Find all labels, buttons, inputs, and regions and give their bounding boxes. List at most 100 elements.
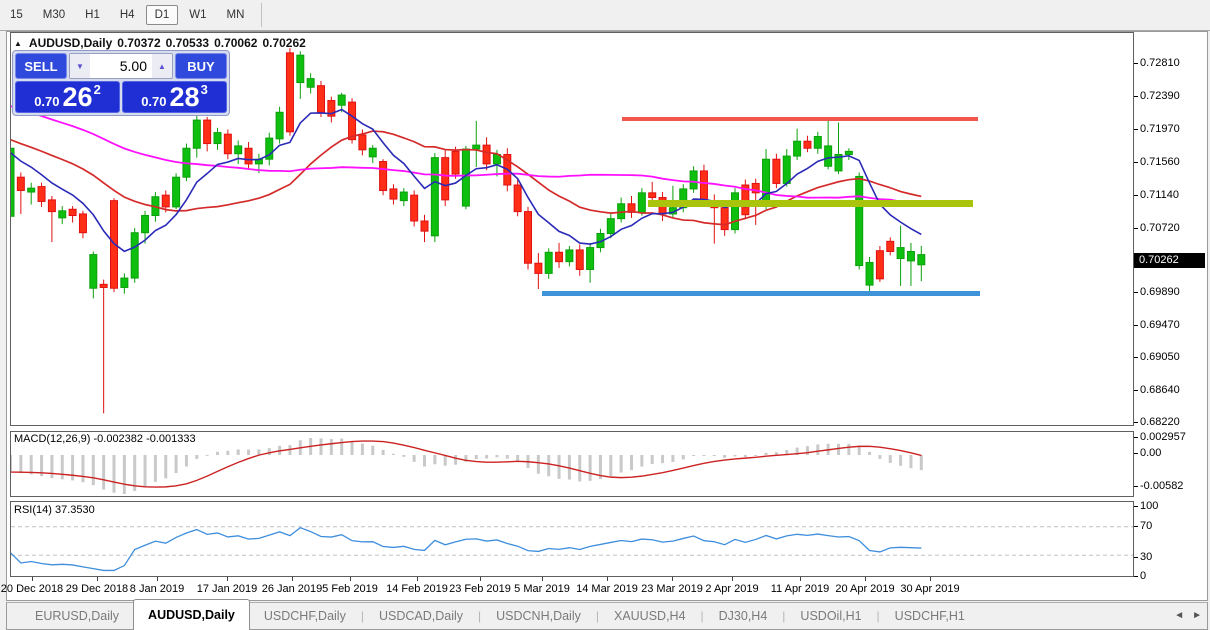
time-axis-tick <box>607 577 608 581</box>
macd-label: MACD(12,26,9) -0.002382 -0.001333 <box>14 433 196 445</box>
price-axis-label: 0.70720 <box>1140 222 1180 234</box>
time-axis-tick <box>542 577 543 581</box>
timeframe-toolbar: 15M30H1H4D1W1MN <box>0 0 1210 31</box>
chart-symbol: AUDUSD,Daily <box>29 36 112 50</box>
buy-price-pip: 3 <box>201 82 208 97</box>
tab-usdchf-h1[interactable]: USDCHF,H1 <box>881 603 979 629</box>
tab-audusd-daily[interactable]: AUDUSD,Daily <box>133 599 250 630</box>
tab-usdcnh-daily[interactable]: USDCNH,Daily <box>482 603 595 629</box>
price-axis-label: 0.72390 <box>1140 90 1180 102</box>
triangle-up-icon: ▲ <box>158 62 166 71</box>
buy-price-big: 28 <box>170 84 200 111</box>
time-axis-tick <box>672 577 673 581</box>
tab-eurusd-daily[interactable]: EURUSD,Daily <box>21 603 133 629</box>
timeframe-w1[interactable]: W1 <box>180 5 215 25</box>
macd-axis-label-tick <box>1134 453 1138 454</box>
time-axis-tick <box>930 577 931 581</box>
time-axis-label: 2 Apr 2019 <box>694 583 770 595</box>
tab-xauusd-h4[interactable]: XAUUSD,H4 <box>600 603 700 629</box>
macd-axis-label: -0.00582 <box>1140 480 1183 492</box>
triangle-down-icon: ▼ <box>76 62 84 71</box>
time-axis-tick <box>417 577 418 581</box>
volume-value[interactable]: 5.00 <box>90 54 152 78</box>
price-axis-label-tick <box>1134 292 1138 293</box>
macd-axis-label-tick <box>1134 486 1138 487</box>
tab-scroll-arrows: ◄ ► <box>1174 610 1202 621</box>
rsi-axis-label-tick <box>1134 557 1138 558</box>
timeframe-mn[interactable]: MN <box>218 5 254 25</box>
timeframe-15[interactable]: 15 <box>1 5 32 25</box>
ohlc-low: 0.70062 <box>214 36 257 50</box>
timeframe-m30[interactable]: M30 <box>34 5 74 25</box>
timeframe-h1[interactable]: H1 <box>76 5 109 25</box>
time-axis-tick <box>227 577 228 581</box>
macd-axis-label: 0.00 <box>1140 447 1161 459</box>
rsi-axis-label: 30 <box>1140 551 1152 563</box>
rsi-panel <box>10 501 1134 577</box>
toolbar-separator <box>261 3 262 27</box>
tab-scroll-left-icon[interactable]: ◄ <box>1174 610 1184 621</box>
price-axis-label-tick <box>1134 63 1138 64</box>
price-axis-label-tick <box>1134 129 1138 130</box>
rsi-canvas[interactable] <box>11 502 1133 576</box>
buy-price-small: 0.70 <box>141 94 166 109</box>
rsi-label: RSI(14) 37.3530 <box>14 504 95 516</box>
price-axis-label-tick <box>1134 96 1138 97</box>
ohlc-close: 0.70262 <box>262 36 305 50</box>
ohlc-open: 0.70372 <box>117 36 160 50</box>
tab-usdcad-daily[interactable]: USDCAD,Daily <box>365 603 477 629</box>
time-axis-label: 30 Apr 2019 <box>892 583 968 595</box>
timeframe-d1[interactable]: D1 <box>146 5 179 25</box>
volume-down-button[interactable]: ▼ <box>70 54 90 78</box>
time-axis-tick <box>350 577 351 581</box>
price-axis-label: 0.72810 <box>1140 57 1180 69</box>
tab-scroll-right-icon[interactable]: ► <box>1192 610 1202 621</box>
sell-button[interactable]: SELL <box>15 53 67 79</box>
macd-axis-label: 0.002957 <box>1140 431 1186 443</box>
price-axis-label-tick <box>1134 325 1138 326</box>
rsi-axis-label: 70 <box>1140 520 1152 532</box>
tab-dj30-h4[interactable]: DJ30,H4 <box>705 603 782 629</box>
price-axis-label: 0.71140 <box>1140 189 1179 201</box>
macd-axis-label-tick <box>1134 437 1138 438</box>
price-axis-label: 0.69050 <box>1140 351 1180 363</box>
timeframe-h4[interactable]: H4 <box>111 5 144 25</box>
price-axis-label: 0.71560 <box>1140 156 1180 168</box>
volume-stepper: ▼ 5.00 ▲ <box>69 53 173 79</box>
sell-price-small: 0.70 <box>34 94 59 109</box>
sell-price-box[interactable]: 0.70 26 2 <box>15 81 120 113</box>
time-axis-tick <box>157 577 158 581</box>
buy-price-box[interactable]: 0.70 28 3 <box>122 81 227 113</box>
rsi-axis-label: 100 <box>1140 500 1158 512</box>
rsi-axis-label-tick <box>1134 526 1138 527</box>
objects-collapse-icon[interactable]: ▲ <box>14 39 22 48</box>
time-axis-tick <box>32 577 33 581</box>
price-axis-label-tick <box>1134 162 1138 163</box>
time-axis-tick <box>292 577 293 581</box>
rsi-axis-label-tick <box>1134 576 1138 577</box>
time-axis-tick <box>865 577 866 581</box>
price-axis-label: 0.71970 <box>1140 123 1180 135</box>
price-axis-label: 0.68640 <box>1140 384 1180 396</box>
price-axis-label: 0.69470 <box>1140 319 1180 331</box>
volume-up-button[interactable]: ▲ <box>152 54 172 78</box>
buy-button[interactable]: BUY <box>175 53 227 79</box>
price-axis-label-tick <box>1134 357 1138 358</box>
chart-title: ▲ AUDUSD,Daily 0.70372 0.70533 0.70062 0… <box>14 36 306 50</box>
price-axis-label: 0.68220 <box>1140 416 1180 428</box>
current-price-tag: 0.70262 <box>1134 253 1205 268</box>
price-axis-label-tick <box>1134 228 1138 229</box>
time-axis-label: 8 Jan 2019 <box>119 583 195 595</box>
sell-price-big: 26 <box>63 84 93 111</box>
time-axis-tick <box>480 577 481 581</box>
tab-usdoil-h1[interactable]: USDOil,H1 <box>786 603 875 629</box>
price-axis-label-tick <box>1134 422 1138 423</box>
rsi-axis-label: 0 <box>1140 570 1146 582</box>
sell-price-pip: 2 <box>94 82 101 97</box>
one-click-trade-panel: SELL ▼ 5.00 ▲ BUY 0.70 26 2 0.70 28 3 <box>12 50 230 116</box>
price-axis-label-tick <box>1134 390 1138 391</box>
price-axis-label-tick <box>1134 195 1138 196</box>
tab-usdchf-daily[interactable]: USDCHF,Daily <box>250 603 360 629</box>
time-axis-tick <box>732 577 733 581</box>
rsi-axis-label-tick <box>1134 506 1138 507</box>
